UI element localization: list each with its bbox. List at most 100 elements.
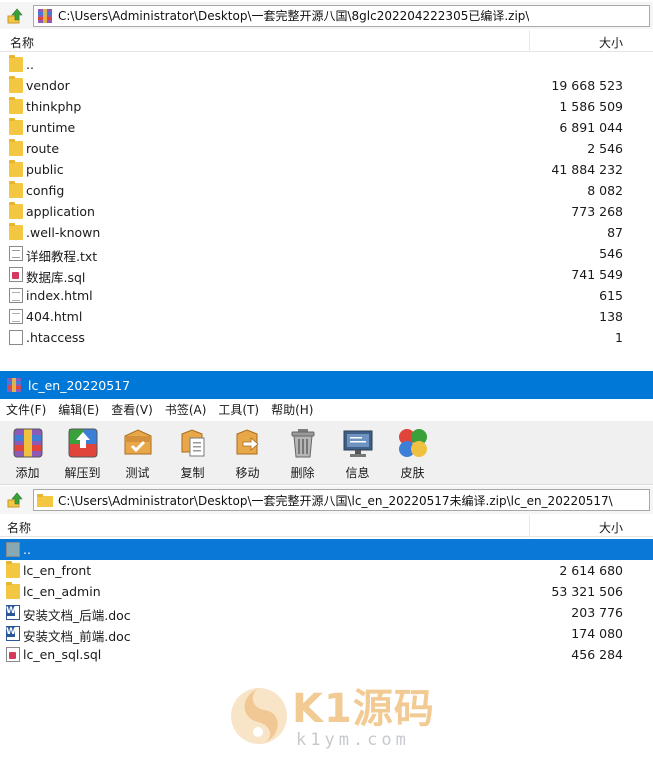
window-list-header: 名称 大小 (0, 515, 653, 537)
item-name: 404.html (26, 309, 83, 324)
folder-icon (9, 181, 23, 198)
tool-extract-button[interactable]: 解压到 (55, 421, 110, 485)
window-up-folder-button[interactable] (3, 489, 27, 511)
item-name: 安装文档_后端.doc (23, 608, 131, 623)
top-path-text: C:\Users\Administrator\Desktop\一套完整开源八国\… (58, 9, 530, 23)
column-header-name[interactable]: 名称 (7, 519, 31, 536)
trash-icon (291, 429, 315, 458)
column-divider[interactable] (529, 30, 530, 52)
item-size: 8 082 (587, 183, 623, 198)
item-size: 41 884 232 (551, 162, 623, 177)
folder-icon (6, 582, 20, 599)
list-item[interactable]: 404.html 138 (0, 306, 653, 327)
test-icon (124, 429, 152, 455)
list-item[interactable]: .. (0, 54, 653, 75)
menu-help[interactable]: 帮助(H) (265, 399, 319, 421)
top-file-list: .. vendor 19 668 523 thinkphp 1 586 509 runti… (0, 54, 653, 348)
tool-info-label: 信息 (345, 466, 370, 480)
list-item[interactable]: 数据库.sql 741 549 (0, 264, 653, 285)
menu-bar: 文件(F) 编辑(E) 查看(V) 书签(A) 工具(T) 帮助(H) (0, 399, 653, 421)
list-item[interactable]: .. (0, 539, 653, 560)
menu-bookmarks[interactable]: 书签(A) (159, 399, 213, 421)
item-name: 详细教程.txt (26, 249, 98, 264)
folder-icon (9, 139, 23, 156)
item-name: vendor (26, 78, 70, 93)
sql-file-icon (6, 647, 20, 662)
item-name: lc_en_sql.sql (23, 647, 102, 662)
list-item[interactable]: lc_en_sql.sql 456 284 (0, 644, 653, 665)
list-item[interactable]: 详细教程.txt 546 (0, 243, 653, 264)
item-size: 1 (615, 330, 623, 345)
item-size: 6 891 044 (559, 120, 623, 135)
parent-folder-icon (6, 542, 20, 557)
column-header-size[interactable]: 大小 (599, 34, 623, 51)
menu-file[interactable]: 文件(F) (0, 399, 52, 421)
item-size: 138 (599, 309, 623, 324)
item-name: .. (26, 57, 34, 72)
tool-info-button[interactable]: 信息 (330, 421, 385, 485)
tool-add-button[interactable]: 添加 (0, 421, 55, 485)
list-item[interactable]: route 2 546 (0, 138, 653, 159)
item-name: 安装文档_前端.doc (23, 629, 131, 644)
winrar-app-icon (7, 378, 21, 392)
menu-edit[interactable]: 编辑(E) (52, 399, 105, 421)
list-item[interactable]: 安装文档_后端.doc 203 776 (0, 602, 653, 623)
html-file-icon (9, 309, 23, 324)
folder-icon (9, 97, 23, 114)
window-path-bar: C:\Users\Administrator\Desktop\一套完整开源八国\… (0, 486, 653, 514)
item-name: 数据库.sql (26, 270, 86, 285)
list-item[interactable]: lc_en_admin 53 321 506 (0, 581, 653, 602)
list-item[interactable]: application 773 268 (0, 201, 653, 222)
window-path-field[interactable]: C:\Users\Administrator\Desktop\一套完整开源八国\… (33, 489, 650, 511)
item-size: 19 668 523 (551, 78, 623, 93)
item-size: 456 284 (571, 647, 623, 662)
file-icon (9, 330, 23, 345)
top-path-field[interactable]: C:\Users\Administrator\Desktop\一套完整开源八国\… (33, 4, 650, 27)
menu-view[interactable]: 查看(V) (105, 399, 159, 421)
item-size: 174 080 (571, 626, 623, 641)
item-size: 203 776 (571, 605, 623, 620)
item-name: .well-known (26, 225, 101, 240)
column-divider[interactable] (529, 515, 530, 537)
column-header-size[interactable]: 大小 (599, 519, 623, 536)
folder-icon (6, 561, 20, 578)
item-size: 53 321 506 (551, 584, 623, 599)
item-size: 773 268 (571, 204, 623, 219)
top-list-header: 名称 大小 (0, 30, 653, 52)
watermark: K1源码 k1ym.com (228, 672, 438, 768)
item-name: config (26, 183, 65, 198)
menu-tools[interactable]: 工具(T) (212, 399, 265, 421)
text-file-icon (9, 246, 23, 261)
tool-move-button[interactable]: 移动 (220, 421, 275, 485)
extract-icon (68, 428, 98, 458)
list-item[interactable]: .well-known 87 (0, 222, 653, 243)
item-name: public (26, 162, 64, 177)
item-size: 2 614 680 (559, 563, 623, 578)
list-item[interactable]: lc_en_front 2 614 680 (0, 560, 653, 581)
item-name: .. (23, 542, 31, 557)
item-size: 2 546 (587, 141, 623, 156)
list-item[interactable]: config 8 082 (0, 180, 653, 201)
list-item[interactable]: 安装文档_前端.doc 174 080 (0, 623, 653, 644)
tool-delete-button[interactable]: 删除 (275, 421, 330, 485)
list-item[interactable]: thinkphp 1 586 509 (0, 96, 653, 117)
column-header-name[interactable]: 名称 (10, 34, 34, 51)
item-name: thinkphp (26, 99, 82, 114)
list-item[interactable]: index.html 615 (0, 285, 653, 306)
folder-icon (37, 494, 53, 507)
list-item[interactable]: .htaccess 1 (0, 327, 653, 348)
item-name: lc_en_admin (23, 584, 101, 599)
folder-icon (9, 76, 23, 93)
list-item[interactable]: public 41 884 232 (0, 159, 653, 180)
list-item[interactable]: vendor 19 668 523 (0, 75, 653, 96)
tool-copy-button[interactable]: 复制 (165, 421, 220, 485)
word-document-icon (6, 605, 20, 620)
tool-skin-button[interactable]: 皮肤 (385, 421, 440, 485)
up-folder-button[interactable] (3, 5, 27, 27)
tool-test-label: 测试 (125, 466, 150, 480)
up-arrow-icon (7, 8, 23, 23)
window-titlebar[interactable]: lc_en_20220517 (0, 371, 653, 399)
info-monitor-icon (343, 430, 373, 457)
list-item[interactable]: runtime 6 891 044 (0, 117, 653, 138)
tool-test-button[interactable]: 测试 (110, 421, 165, 485)
